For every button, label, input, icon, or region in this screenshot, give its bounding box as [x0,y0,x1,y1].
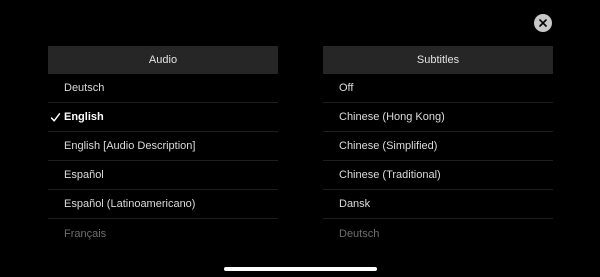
audio-option-espanol[interactable]: Español [48,161,278,190]
audio-option-label: Français [64,227,107,240]
subtitle-option-label: Chinese (Hong Kong) [339,111,445,123]
subtitle-option-label: Off [339,82,354,94]
audio-option-espanol-latam[interactable]: Español (Latinoamericano) [48,190,278,219]
close-icon [539,19,547,27]
audio-option-english[interactable]: English [48,103,278,132]
audio-option-label: English [Audio Description] [64,140,196,152]
checkmark-icon [50,113,61,122]
audio-option-label: Español [64,169,104,181]
audio-header: Audio [48,46,278,74]
subtitle-option-off[interactable]: Off [323,74,553,103]
subtitles-panel: Subtitles Off Chinese (Hong Kong) Chines… [323,46,553,248]
subtitle-option-label: Deutsch [339,227,380,240]
audio-option-label: Español (Latinoamericano) [64,198,196,210]
audio-option-deutsch[interactable]: Deutsch [48,74,278,103]
subtitle-option-dansk[interactable]: Dansk [323,190,553,219]
close-button[interactable] [534,14,552,32]
audio-option-francais[interactable]: Français [48,219,278,248]
subtitle-option-label: Chinese (Traditional) [339,169,441,181]
subtitle-option-chinese-traditional[interactable]: Chinese (Traditional) [323,161,553,190]
subtitles-list: Off Chinese (Hong Kong) Chinese (Simplif… [323,74,553,248]
subtitle-option-chinese-simplified[interactable]: Chinese (Simplified) [323,132,553,161]
audio-option-label: Deutsch [64,82,105,94]
audio-panel: Audio Deutsch English English [Audio Des… [48,46,278,248]
subtitle-option-chinese-hk[interactable]: Chinese (Hong Kong) [323,103,553,132]
audio-option-english-ad[interactable]: English [Audio Description] [48,132,278,161]
subtitles-header: Subtitles [323,46,553,74]
subtitle-option-label: Chinese (Simplified) [339,140,438,152]
subtitle-option-deutsch[interactable]: Deutsch [323,219,553,248]
audio-list: Deutsch English English [Audio Descripti… [48,74,278,248]
home-indicator[interactable] [224,267,377,271]
subtitle-option-label: Dansk [339,198,371,210]
audio-option-label: English [64,111,104,123]
